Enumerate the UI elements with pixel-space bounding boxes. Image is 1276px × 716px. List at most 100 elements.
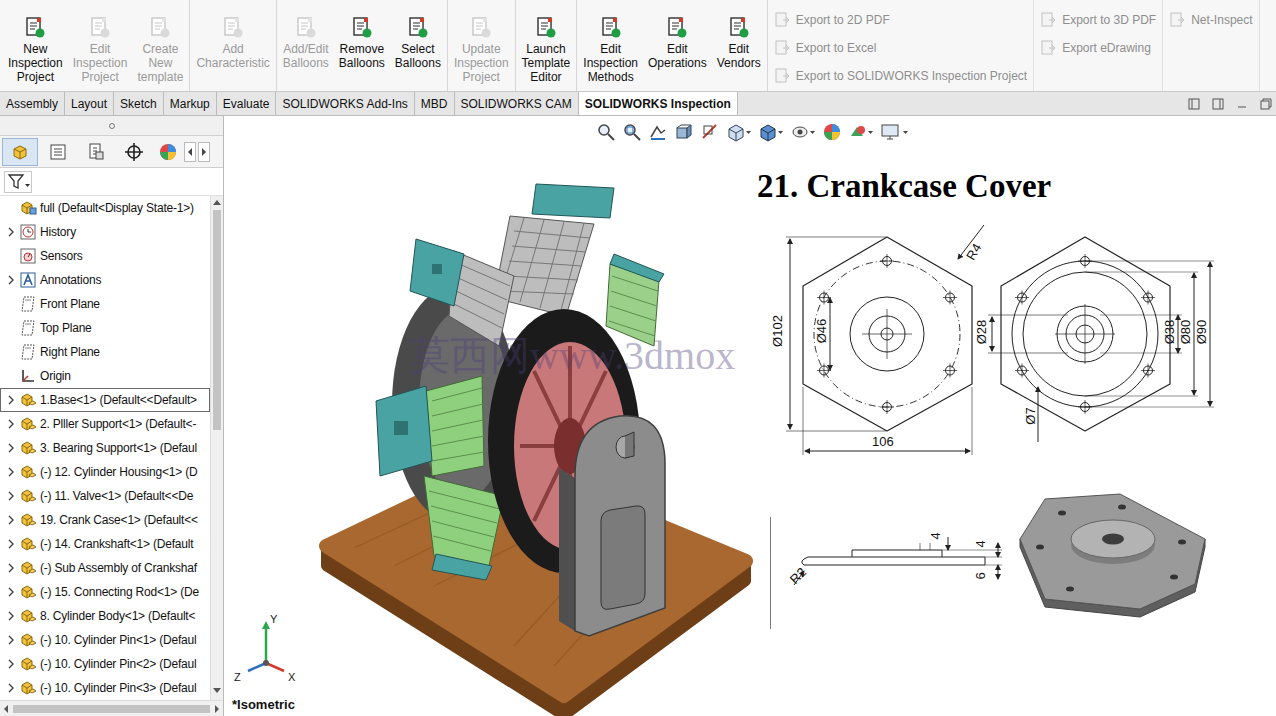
tree-item[interactable]: 1.Base<1> (Default<<Default> (0, 388, 210, 412)
scroll-left-icon[interactable] (184, 142, 196, 162)
horizontal-scrollbar[interactable] (0, 700, 223, 716)
command-tab[interactable]: Assembly (0, 92, 65, 115)
command-tab[interactable]: Markup (164, 92, 217, 115)
ribbon-button[interactable]: Launch Template Editor (519, 16, 574, 84)
hide-show-icon[interactable] (790, 122, 816, 142)
panel-grip[interactable] (0, 116, 223, 136)
ribbon-button[interactable]: Create New template (134, 16, 186, 84)
expand-arrow-icon[interactable] (5, 418, 17, 430)
expand-arrow-icon[interactable] (5, 274, 17, 286)
tree-item[interactable]: (-) 11. Valve<1> (Default<<De (0, 484, 210, 508)
export-button[interactable]: Export to 3D PDF (1040, 11, 1156, 29)
zoom-area-icon[interactable] (622, 122, 642, 142)
expand-arrow-icon[interactable] (5, 634, 17, 646)
scene-icon[interactable] (848, 122, 874, 142)
expand-arrow-icon[interactable] (5, 346, 17, 358)
tree-item[interactable]: (-) 12. Cylinder Housing<1> (D (0, 460, 210, 484)
ribbon-button[interactable]: Edit Operations (645, 16, 710, 70)
expand-arrow-icon[interactable] (5, 394, 17, 406)
dynamic-annotation-icon[interactable] (700, 122, 720, 142)
ribbon-button[interactable]: Edit Inspection Project (70, 16, 131, 84)
command-tab[interactable]: MBD (415, 92, 455, 115)
tree-item[interactable]: Sensors (0, 244, 210, 268)
tree-item[interactable]: (-) 15. Connecting Rod<1> (De (0, 580, 210, 604)
export-button[interactable]: Export to Excel (774, 39, 1027, 57)
expand-arrow-icon[interactable] (5, 322, 17, 334)
command-tab[interactable]: SOLIDWORKS CAM (455, 92, 579, 115)
minimize-icon[interactable] (1236, 98, 1248, 110)
tree-item[interactable]: (-) 10. Cylinder Pin<2> (Defaul (0, 652, 210, 676)
command-tab[interactable]: Evaluate (217, 92, 277, 115)
ribbon-button[interactable]: Add Characteristic (193, 16, 272, 70)
ribbon-button[interactable]: Remove Balloons (336, 16, 388, 70)
tree-item[interactable]: History (0, 220, 210, 244)
tree-item[interactable]: Front Plane (0, 292, 210, 316)
dimxpert-tab-icon[interactable] (116, 138, 152, 166)
expand-arrow-icon[interactable] (5, 298, 17, 310)
tree-item[interactable]: (-) Sub Assembly of Crankshaf (0, 556, 210, 580)
expand-arrow-icon[interactable] (5, 226, 17, 238)
previous-view-icon[interactable] (648, 122, 668, 142)
tree-item[interactable]: (-) 10. Cylinder Pin<1> (Defaul (0, 628, 210, 652)
expand-arrow-icon[interactable] (5, 610, 17, 622)
property-tab-icon[interactable] (40, 138, 76, 166)
z-axis-label: Z (234, 669, 241, 686)
expand-arrow-icon[interactable] (5, 514, 17, 526)
scroll-thumb[interactable] (213, 210, 221, 430)
expand-arrow-icon[interactable] (5, 370, 17, 382)
expand-arrow-icon[interactable] (5, 682, 17, 694)
display-style-icon[interactable] (758, 122, 784, 142)
view-settings-icon[interactable] (880, 122, 910, 142)
tree-item[interactable]: Annotations (0, 268, 210, 292)
ribbon-button[interactable]: Add/Edit Balloons (280, 16, 332, 70)
export-button[interactable]: Net-Inspect (1169, 11, 1252, 29)
tree-item[interactable]: 19. Crank Case<1> (Default<< (0, 508, 210, 532)
tree-item[interactable]: (-) 10. Cylinder Pin<3> (Defaul (0, 676, 210, 700)
expand-arrow-icon[interactable] (5, 562, 17, 574)
filter-icon[interactable] (4, 171, 32, 193)
command-tab[interactable]: Sketch (114, 92, 164, 115)
section-view-icon[interactable] (674, 122, 694, 142)
appearance-icon[interactable] (822, 122, 842, 142)
tree-item[interactable]: Origin (0, 364, 210, 388)
tree-item[interactable]: 3. Bearing Support<1> (Defaul (0, 436, 210, 460)
feature-tree-tab-icon[interactable] (2, 138, 38, 166)
zoom-fit-icon[interactable] (596, 122, 616, 142)
export-button[interactable]: Export to SOLIDWORKS Inspection Project (774, 67, 1027, 85)
display-tab-icon[interactable] (154, 138, 182, 166)
expand-arrow-icon[interactable] (5, 490, 17, 502)
ribbon-button[interactable]: Update Inspection Project (451, 16, 512, 84)
command-tab[interactable]: SOLIDWORKS Add-Ins (276, 92, 414, 115)
expand-arrow-icon[interactable] (5, 202, 17, 214)
export-button[interactable]: Export to 2D PDF (774, 11, 1027, 29)
restore-icon[interactable] (1188, 98, 1200, 110)
tree-item[interactable]: Top Plane (0, 316, 210, 340)
maximize-icon[interactable] (1260, 98, 1272, 110)
graphics-area[interactable]: 21. Crankcase CoverR4Ø102Ø46106Ø28Ø38Ø80… (224, 116, 1276, 716)
expand-arrow-icon[interactable] (5, 442, 17, 454)
tree-item[interactable]: Right Plane (0, 340, 210, 364)
command-tab[interactable]: Layout (65, 92, 114, 115)
ribbon-button[interactable]: New Inspection Project (5, 16, 66, 84)
ribbon-button[interactable]: Edit Inspection Methods (580, 16, 641, 84)
configuration-tab-icon[interactable] (78, 138, 114, 166)
command-tab[interactable]: SOLIDWORKS Inspection (579, 92, 738, 115)
expand-arrow-icon[interactable] (5, 538, 17, 550)
scroll-right-icon[interactable] (198, 142, 210, 162)
view-orientation-icon[interactable] (726, 122, 752, 142)
engine-model[interactable] (314, 176, 764, 716)
expand-arrow-icon[interactable] (5, 466, 17, 478)
tile-icon[interactable] (1212, 98, 1224, 110)
tree-item[interactable]: (-) 14. Crankshaft<1> (Default (0, 532, 210, 556)
expand-arrow-icon[interactable] (5, 250, 17, 262)
expand-arrow-icon[interactable] (5, 658, 17, 670)
ribbon-button[interactable]: Edit Vendors (714, 16, 764, 70)
export-button[interactable]: Export eDrawing (1040, 39, 1156, 57)
ribbon-button[interactable]: Select Balloons (392, 16, 444, 70)
expand-arrow-icon[interactable] (5, 586, 17, 598)
sensors-icon (19, 247, 37, 265)
tree-item[interactable]: full (Default<Display State-1>) (0, 196, 210, 220)
tree-item[interactable]: 8. Cylinder Body<1> (Default< (0, 604, 210, 628)
tree-item[interactable]: 2. Plller Support<1> (Default<- (0, 412, 210, 436)
vertical-scrollbar[interactable] (210, 196, 223, 700)
